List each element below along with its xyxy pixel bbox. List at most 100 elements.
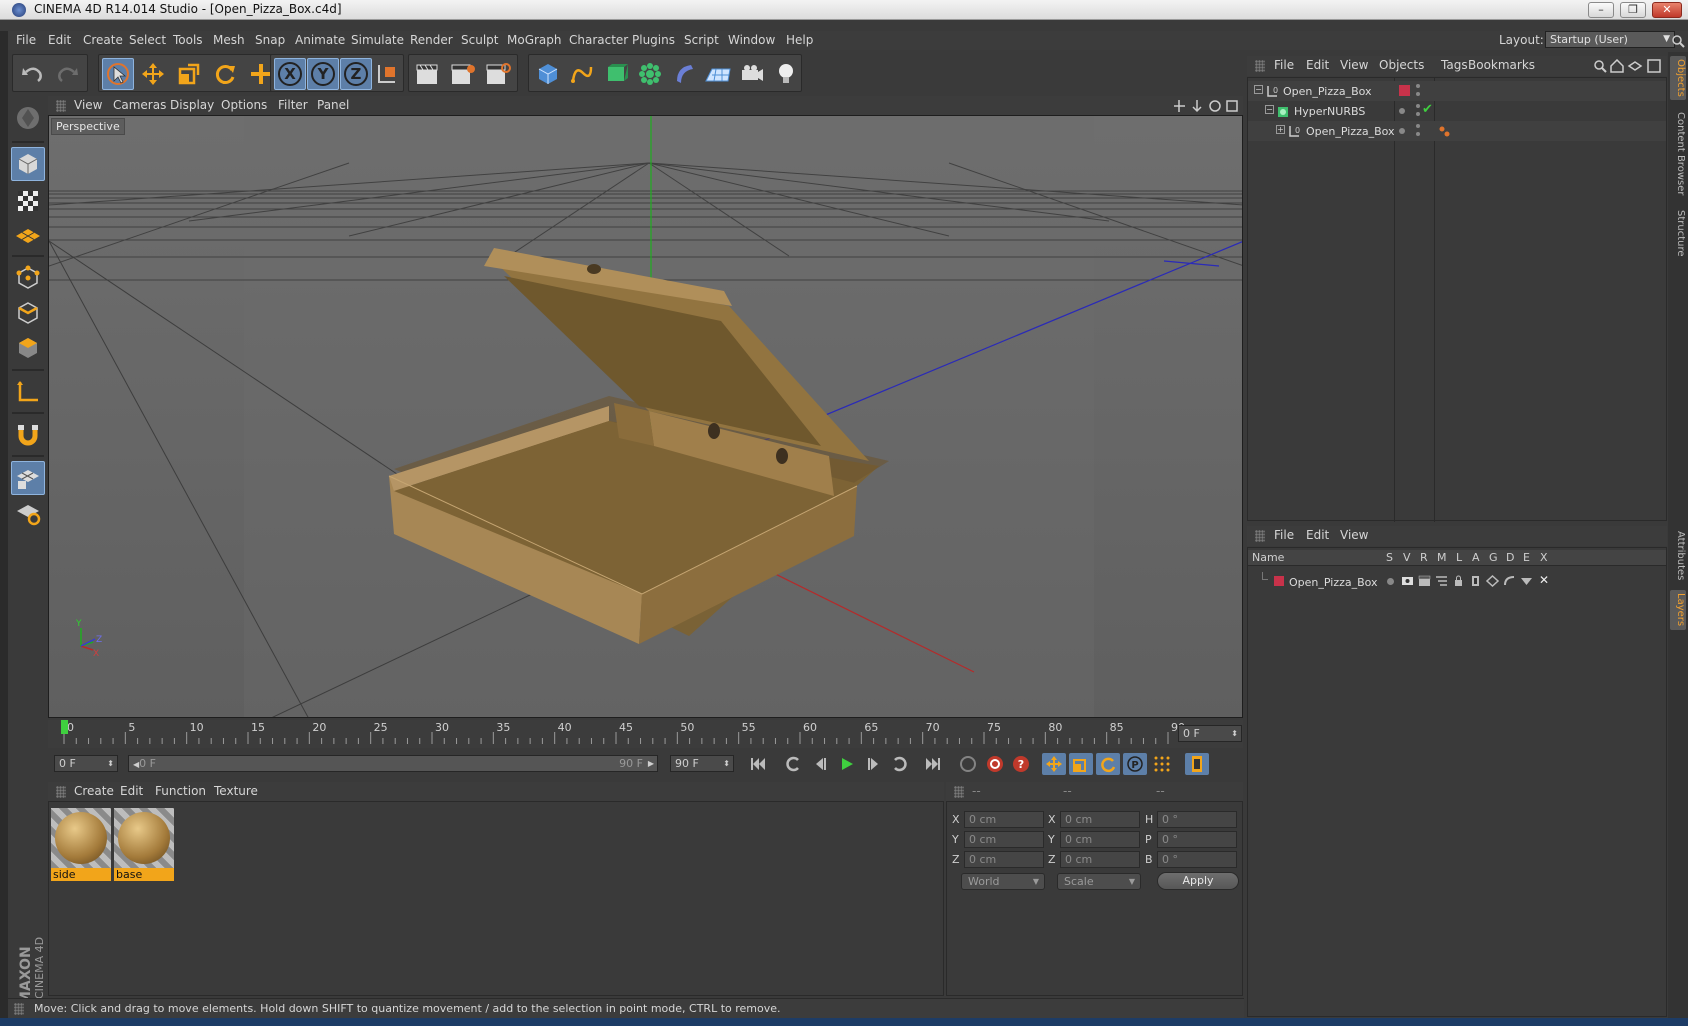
end-frame-field[interactable]: 90 F ⬍ — [670, 755, 734, 772]
tab-layers[interactable]: Layers — [1670, 590, 1686, 630]
key-pla-button[interactable] — [1150, 753, 1174, 775]
axis-mode-button[interactable] — [11, 375, 45, 409]
camera-button[interactable] — [736, 58, 768, 90]
layer-menu-edit[interactable]: Edit — [1306, 528, 1329, 542]
nurbs-button[interactable] — [600, 58, 632, 90]
material-menu-edit[interactable]: Edit — [120, 784, 143, 798]
menu-animate[interactable]: Animate — [295, 33, 345, 47]
render-visibility-dot[interactable] — [1416, 92, 1420, 96]
timeline-layout-button[interactable] — [1185, 753, 1209, 775]
light-button[interactable] — [770, 58, 802, 90]
previous-frame-button[interactable] — [808, 753, 832, 775]
lock-icon[interactable] — [1452, 575, 1465, 587]
redo-button[interactable] — [52, 58, 84, 90]
3d-viewport[interactable]: Y X Z Perspective — [48, 115, 1243, 718]
menu-mesh[interactable]: Mesh — [213, 33, 245, 47]
close-button[interactable]: ✕ — [1652, 2, 1682, 18]
go-to-start-button[interactable] — [746, 753, 770, 775]
render-picture-viewer-button[interactable] — [447, 58, 479, 90]
drag-handle-icon[interactable] — [1255, 60, 1265, 72]
workplane-mode-button[interactable] — [11, 219, 45, 253]
editor-visibility-dot[interactable] — [1416, 104, 1420, 108]
apply-button[interactable]: Apply — [1157, 872, 1239, 890]
spline-button[interactable] — [566, 58, 598, 90]
autokeying-button[interactable] — [983, 753, 1007, 775]
minimize-button[interactable]: – — [1588, 2, 1614, 18]
layer-color-swatch[interactable] — [1274, 576, 1284, 586]
floor-button[interactable] — [702, 58, 734, 90]
column-xref[interactable]: X — [1540, 551, 1548, 564]
column-expressions[interactable]: E — [1523, 551, 1530, 564]
key-rotation-button[interactable] — [1096, 753, 1120, 775]
go-to-end-button[interactable] — [921, 753, 945, 775]
next-frame-button[interactable] — [862, 753, 886, 775]
menu-script[interactable]: Script — [684, 33, 719, 47]
generator-icon[interactable] — [1486, 575, 1499, 587]
next-keyframe-button[interactable] — [888, 753, 912, 775]
manager-list-icon[interactable] — [1435, 575, 1448, 587]
object-menu-file[interactable]: File — [1274, 58, 1294, 72]
collapse-toggle-icon[interactable]: − — [1265, 105, 1274, 114]
key-parameter-button[interactable]: P — [1123, 753, 1147, 775]
object-menu-edit[interactable]: Edit — [1306, 58, 1329, 72]
menu-edit[interactable]: Edit — [48, 33, 71, 47]
material-base[interactable]: base — [114, 808, 174, 882]
menu-character[interactable]: Character — [569, 33, 628, 47]
key-scale-button[interactable] — [1069, 753, 1093, 775]
tab-objects[interactable]: Objects — [1670, 56, 1686, 100]
object-menu-tags[interactable]: Tags — [1441, 58, 1468, 72]
viewport-menu-view[interactable]: View — [74, 98, 102, 112]
layer-dot[interactable] — [1399, 108, 1405, 114]
key-position-button[interactable] — [1042, 753, 1066, 775]
layer-row[interactable]: Open_Pizza_Box ✕ — [1248, 572, 1666, 592]
drag-handle-icon[interactable] — [954, 786, 964, 798]
coordinate-mode-dropdown[interactable]: World ▼ — [961, 873, 1045, 890]
coordinate-system-button[interactable] — [371, 58, 403, 90]
render-visibility-dot[interactable] — [1416, 112, 1420, 116]
column-render[interactable]: R — [1420, 551, 1428, 564]
current-frame-field[interactable]: 0 F ⬍ — [1178, 725, 1242, 742]
layer-menu-view[interactable]: View — [1340, 528, 1368, 542]
model-mode-button[interactable] — [11, 147, 45, 181]
deformer-icon[interactable] — [1503, 575, 1516, 587]
column-deformers[interactable]: D — [1506, 551, 1514, 564]
make-editable-button[interactable] — [11, 101, 45, 135]
column-solo[interactable]: S — [1386, 551, 1393, 564]
position-x-field[interactable]: 0 cm — [964, 811, 1044, 828]
material-menu-create[interactable]: Create — [74, 784, 114, 798]
drag-handle-icon[interactable] — [56, 100, 66, 112]
object-menu-bookmarks[interactable]: Bookmarks — [1468, 58, 1535, 72]
deformer-button[interactable] — [668, 58, 700, 90]
menu-select[interactable]: Select — [129, 33, 166, 47]
material-side[interactable]: side — [51, 808, 111, 882]
size-x-field[interactable]: 0 cm — [1060, 811, 1140, 828]
object-menu-view[interactable]: View — [1340, 58, 1368, 72]
play-button[interactable] — [835, 753, 859, 775]
points-mode-button[interactable] — [11, 261, 45, 295]
editor-visibility-dot[interactable] — [1416, 84, 1420, 88]
search-icon[interactable] — [1668, 32, 1688, 50]
start-frame-field[interactable]: 0 F ⬍ — [54, 755, 118, 772]
render-clapboard-icon[interactable] — [1418, 575, 1431, 587]
layer-color-swatch[interactable] — [1399, 85, 1410, 96]
menu-file[interactable]: File — [16, 33, 36, 47]
locked-workplane-button[interactable] — [11, 496, 45, 530]
viewport-navigation-icons[interactable] — [1174, 99, 1240, 113]
menu-window[interactable]: Window — [728, 33, 775, 47]
move-tool-button[interactable] — [137, 58, 169, 90]
column-animation[interactable]: A — [1472, 551, 1480, 564]
collapse-toggle-icon[interactable]: − — [1254, 85, 1263, 94]
layer-dot[interactable] — [1399, 128, 1405, 134]
live-selection-button[interactable] — [102, 58, 134, 90]
size-y-field[interactable]: 0 cm — [1060, 831, 1140, 848]
frame-range-slider[interactable]: ◀0 F 90 F ▶ — [128, 755, 658, 772]
menu-create[interactable]: Create — [83, 33, 123, 47]
object-row-pizza-box-root[interactable]: − 0 Open_Pizza_Box — [1248, 81, 1666, 101]
material-menu-function[interactable]: Function — [155, 784, 206, 798]
material-tags-icon[interactable] — [1438, 124, 1452, 138]
enabled-checkmark-icon[interactable]: ✔ — [1422, 102, 1433, 117]
rotation-p-field[interactable]: 0 ° — [1157, 831, 1237, 848]
timeline-ruler[interactable]: 051015202530354045505560657075808590 0 F… — [48, 720, 1243, 748]
maximize-button[interactable]: ❐ — [1620, 2, 1646, 18]
viewport-menu-panel[interactable]: Panel — [317, 98, 349, 112]
